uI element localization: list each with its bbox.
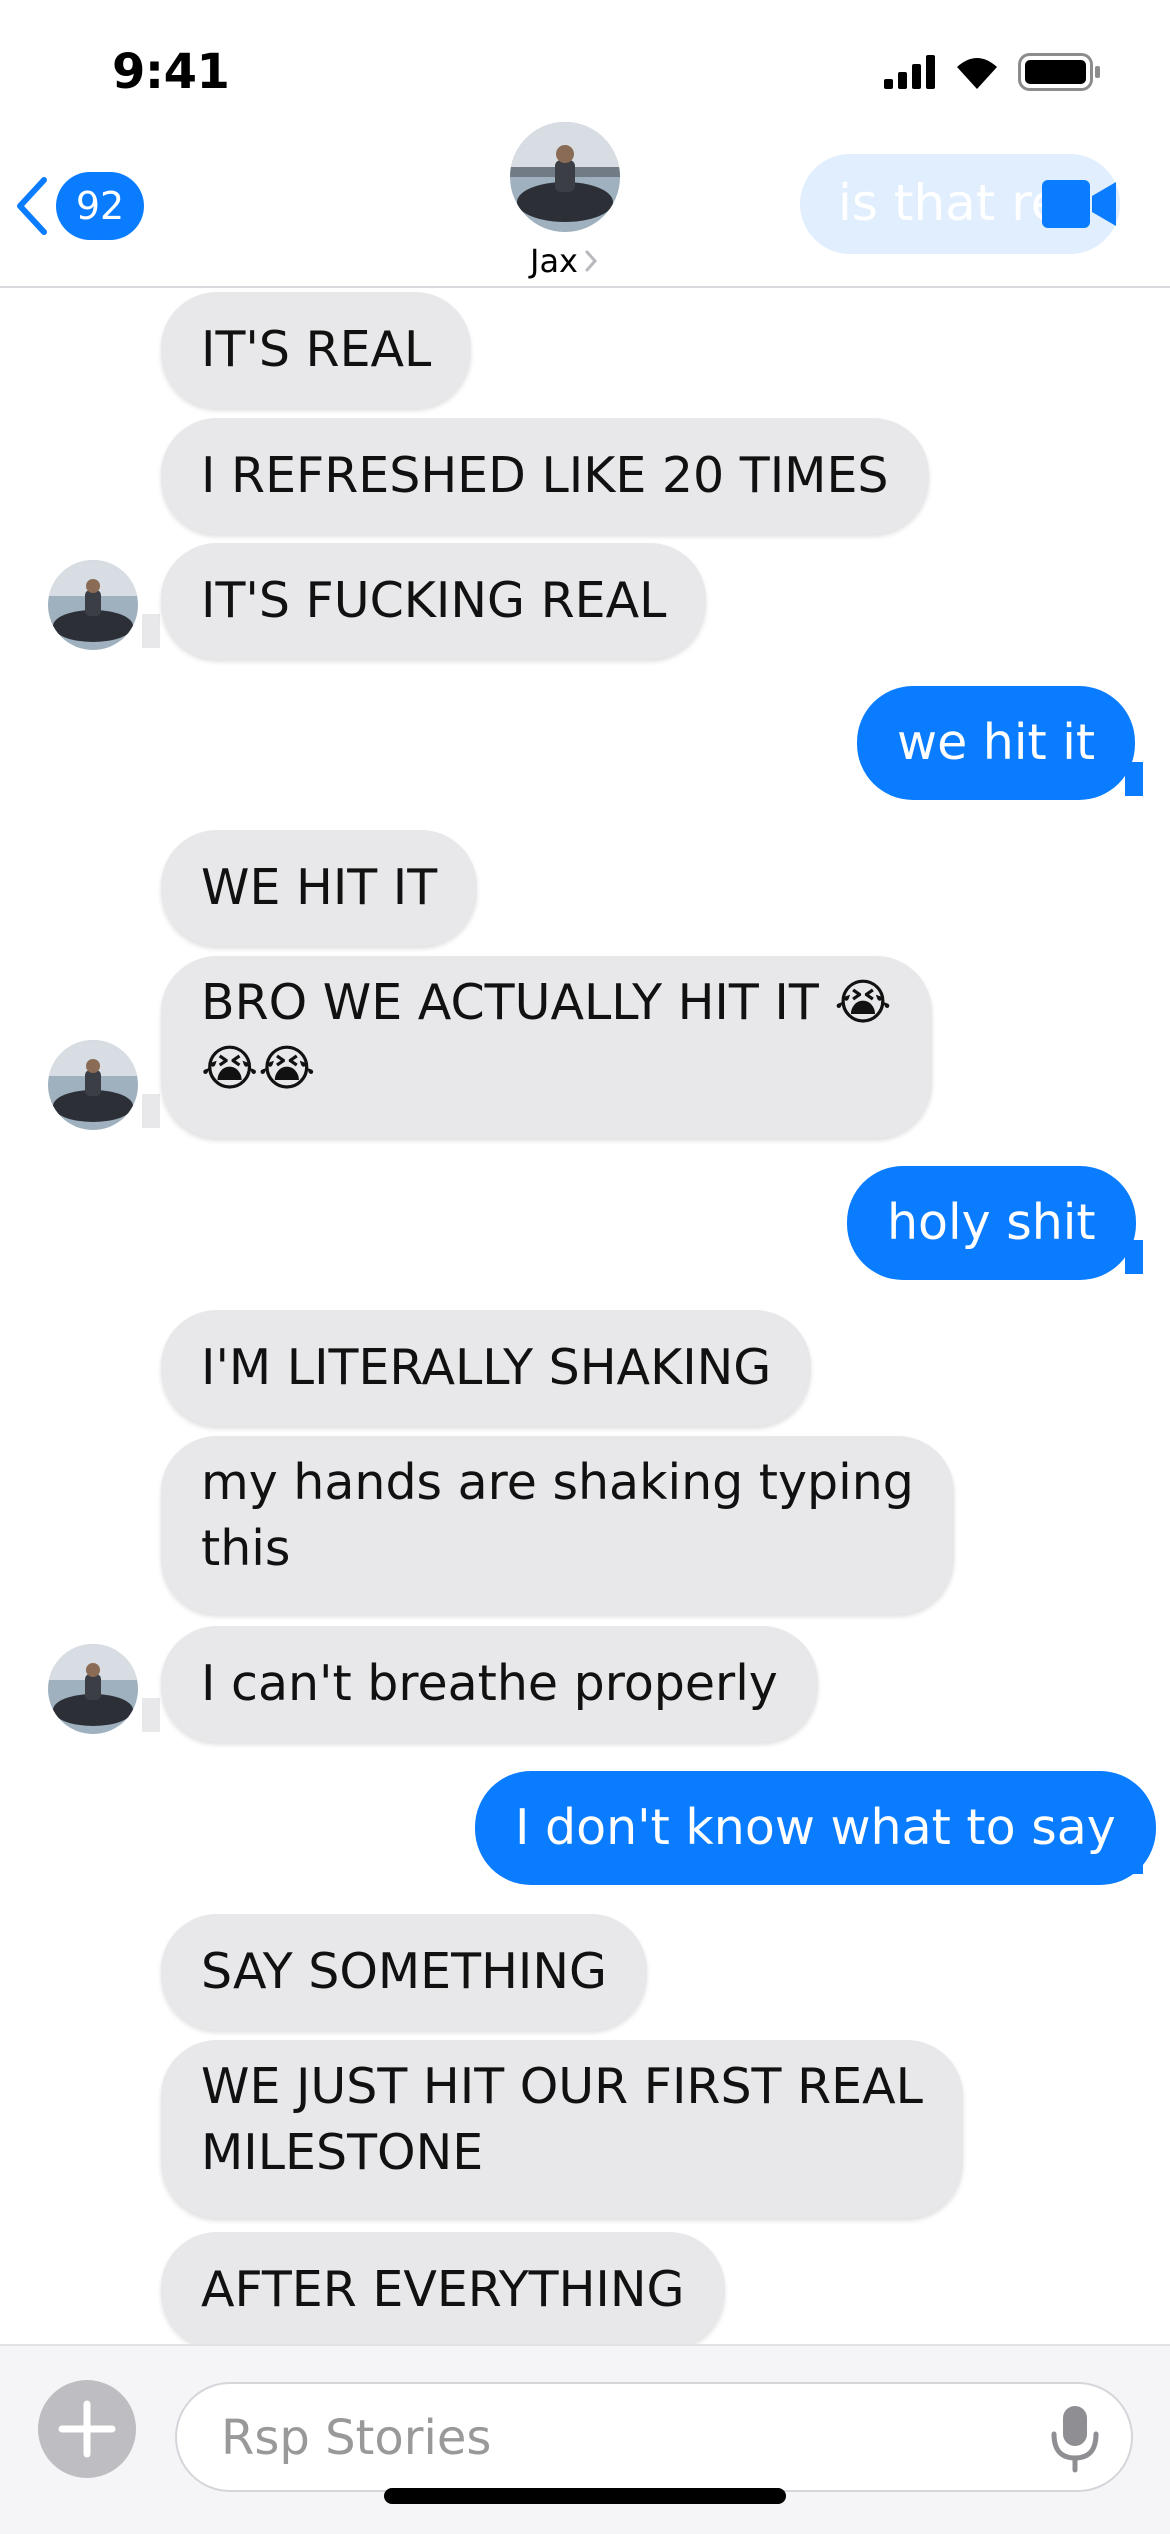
received-message[interactable]: I REFRESHED LIKE 20 TIMES <box>161 418 929 534</box>
message-text: we hit it <box>897 714 1096 771</box>
microphone-icon <box>1051 2406 1099 2473</box>
received-message[interactable]: IT'S REAL <box>161 292 472 408</box>
contact-avatar[interactable] <box>510 122 620 232</box>
video-call-button[interactable] <box>1042 178 1118 234</box>
received-message[interactable]: my hands are shaking typing this <box>161 1436 954 1614</box>
received-message[interactable]: IT'S FUCKING REAL <box>161 543 707 659</box>
received-message[interactable]: BRO WE ACTUALLY HIT IT 😭 😭😭 <box>161 956 932 1138</box>
home-indicator <box>384 2488 786 2504</box>
plus-icon <box>58 2400 116 2458</box>
message-line: WE JUST HIT OUR FIRST REAL <box>201 2058 923 2115</box>
message-input[interactable]: Rsp Stories <box>175 2382 1133 2492</box>
bubble-tail <box>142 1094 160 1128</box>
message-text: I don't know what to say <box>515 1799 1116 1856</box>
message-text: holy shit <box>887 1194 1096 1251</box>
status-icons <box>884 52 1102 92</box>
message-line: this <box>201 1520 291 1577</box>
video-camera-icon <box>1042 180 1116 228</box>
voice-input-button[interactable] <box>1047 2404 1103 2478</box>
received-message[interactable]: WE HIT IT <box>161 830 478 946</box>
bubble-tail <box>142 614 160 648</box>
chevron-left-icon <box>17 177 47 235</box>
sent-message[interactable]: we hit it <box>857 686 1136 800</box>
message-line: MILESTONE <box>201 2124 484 2181</box>
status-time: 9:41 <box>112 44 230 100</box>
chevron-right-icon <box>585 250 597 272</box>
message-text: IT'S FUCKING REAL <box>201 572 667 629</box>
sent-message[interactable]: holy shit <box>847 1166 1136 1280</box>
conversation-header: 92 Jax is that re <box>0 110 1170 288</box>
add-attachment-button[interactable] <box>38 2380 136 2478</box>
bubble-tail <box>142 1698 160 1732</box>
message-text: I can't breathe properly <box>201 1655 778 1712</box>
message-text: I'M LITERALLY SHAKING <box>201 1339 772 1396</box>
received-message[interactable]: SAY SOMETHING <box>161 1914 647 2030</box>
message-line: my hands are shaking typing <box>201 1454 914 1511</box>
composer-bar: Rsp Stories <box>0 2344 1170 2534</box>
message-text: WE HIT IT <box>201 859 438 916</box>
unread-count-badge: 92 <box>56 172 144 240</box>
battery-icon <box>1018 53 1100 91</box>
message-text: AFTER EVERYTHING <box>201 2261 685 2318</box>
message-text: IT'S REAL <box>201 321 432 378</box>
message-text: SAY SOMETHING <box>201 1943 607 2000</box>
preview-text: is that re <box>838 174 1062 232</box>
received-message[interactable]: AFTER EVERYTHING <box>161 2232 725 2348</box>
contact-name: Jax <box>530 242 578 280</box>
sender-avatar[interactable] <box>48 560 138 650</box>
message-line: 😭😭 <box>201 1040 316 1097</box>
message-text: I REFRESHED LIKE 20 TIMES <box>201 447 889 504</box>
received-message[interactable]: I can't breathe properly <box>161 1626 818 1742</box>
received-message[interactable]: WE JUST HIT OUR FIRST REAL MILESTONE <box>161 2040 963 2218</box>
signal-icon <box>884 55 935 89</box>
received-message[interactable]: I'M LITERALLY SHAKING <box>161 1310 812 1426</box>
back-button[interactable]: 92 <box>12 172 144 240</box>
contact-name-button[interactable]: Jax <box>530 242 598 280</box>
sent-message[interactable]: I don't know what to say <box>475 1771 1156 1885</box>
sender-avatar[interactable] <box>48 1644 138 1734</box>
message-input-placeholder: Rsp Stories <box>221 2410 492 2466</box>
sender-avatar[interactable] <box>48 1040 138 1130</box>
message-line: BRO WE ACTUALLY HIT IT 😭 <box>201 974 892 1031</box>
wifi-icon <box>957 58 997 89</box>
